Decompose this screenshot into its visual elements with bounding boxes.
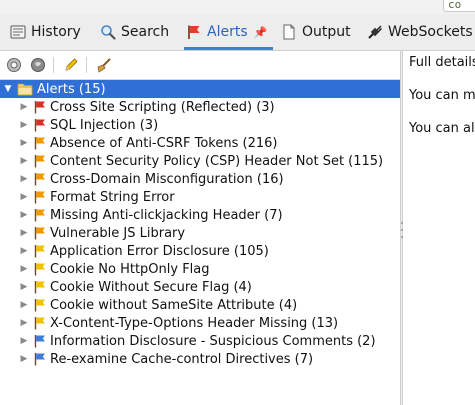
top-input-field[interactable]: co bbox=[443, 0, 475, 12]
alert-item-label: Format String Error bbox=[50, 189, 175, 205]
risk-flag-icon bbox=[33, 226, 47, 240]
document-icon bbox=[281, 24, 297, 40]
risk-flag-icon bbox=[33, 154, 47, 168]
alert-item-label: Cookie without SameSite Attribute (4) bbox=[50, 297, 298, 313]
websocket-plug-icon bbox=[367, 24, 383, 40]
alerts-toolbar bbox=[0, 51, 400, 80]
risk-flag-icon bbox=[33, 316, 47, 330]
alert-item-label: X-Content-Type-Options Header Missing (1… bbox=[50, 315, 339, 331]
expand-chevron-icon[interactable]: ▶ bbox=[18, 246, 30, 256]
alert-item-label: Content Security Policy (CSP) Header Not… bbox=[50, 153, 384, 169]
tab-websockets[interactable]: WebSockets bbox=[367, 14, 473, 50]
expand-chevron-icon[interactable]: ▶ bbox=[18, 210, 30, 220]
expand-chevron-icon[interactable]: ▶ bbox=[18, 138, 30, 148]
top-strip bbox=[0, 0, 475, 14]
alert-item[interactable]: ▶ Vulnerable JS Library bbox=[18, 224, 186, 242]
tab-output[interactable]: Output bbox=[281, 14, 351, 50]
tab-alerts[interactable]: Alerts 📌 bbox=[183, 14, 274, 50]
expand-chevron-icon[interactable]: ▶ bbox=[18, 120, 30, 130]
alert-item[interactable]: ▶ Cross-Domain Misconfiguration (16) bbox=[18, 170, 284, 188]
details-line: Full details bbox=[409, 55, 475, 70]
alert-item-label: Absence of Anti-CSRF Tokens (216) bbox=[50, 135, 278, 151]
expand-chevron-icon[interactable]: ▼ bbox=[2, 84, 14, 94]
details-panel: Full details You can ma You can als bbox=[403, 51, 475, 405]
expand-chevron-icon[interactable]: ▶ bbox=[18, 354, 30, 364]
toolbar-separator bbox=[53, 57, 54, 73]
folder-icon bbox=[17, 82, 33, 96]
pencil-edit-icon[interactable] bbox=[62, 56, 80, 74]
expand-chevron-icon[interactable]: ▶ bbox=[18, 318, 30, 328]
tab-history-label: History bbox=[31, 24, 81, 40]
tab-search[interactable]: Search bbox=[100, 14, 169, 50]
risk-flag-icon bbox=[33, 334, 47, 348]
risk-flag-icon bbox=[33, 190, 47, 204]
risk-flag-icon bbox=[33, 208, 47, 222]
alert-item[interactable]: ▶ Content Security Policy (CSP) Header No… bbox=[18, 152, 384, 170]
alert-item-label: Cross-Domain Misconfiguration (16) bbox=[50, 171, 284, 187]
tab-websockets-label: WebSockets bbox=[388, 24, 473, 40]
risk-flag-icon bbox=[33, 244, 47, 258]
broom-clear-icon[interactable] bbox=[95, 56, 113, 74]
alert-item[interactable]: ▶ Cookie Without Secure Flag (4) bbox=[18, 278, 252, 296]
alert-item-label: SQL Injection (3) bbox=[50, 117, 159, 133]
toolbar-separator bbox=[86, 57, 87, 73]
alert-item[interactable]: ▶ Absence of Anti-CSRF Tokens (216) bbox=[18, 134, 278, 152]
expand-chevron-icon[interactable]: ▶ bbox=[18, 156, 30, 166]
risk-flag-icon bbox=[33, 262, 47, 276]
risk-flag-icon bbox=[33, 100, 47, 114]
alert-item-label: Cookie No HttpOnly Flag bbox=[50, 261, 210, 277]
alert-flag-icon bbox=[186, 24, 202, 40]
alert-item[interactable]: ▶ Format String Error bbox=[18, 188, 175, 206]
tab-bar: History Search Alerts 📌 Output WebSocket… bbox=[0, 14, 475, 51]
alert-item-label: Information Disclosure - Suspicious Comm… bbox=[50, 333, 376, 349]
alert-item[interactable]: ▶ Application Error Disclosure (105) bbox=[18, 242, 269, 260]
risk-flag-icon bbox=[33, 172, 47, 186]
risk-flag-icon bbox=[33, 352, 47, 366]
settings-target-icon[interactable] bbox=[5, 56, 23, 74]
tab-alerts-label: Alerts bbox=[207, 24, 248, 40]
alert-item-label: Vulnerable JS Library bbox=[50, 225, 186, 241]
expand-chevron-icon[interactable]: ▶ bbox=[18, 300, 30, 310]
alert-item[interactable]: ▶ X-Content-Type-Options Header Missing (… bbox=[18, 314, 339, 332]
alert-item-label: Re-examine Cache-control Directives (7) bbox=[50, 351, 314, 367]
alert-item-label: Missing Anti-clickjacking Header (7) bbox=[50, 207, 283, 223]
history-icon bbox=[10, 24, 26, 40]
alerts-panel: ▼ Alerts (15) ▶ Cross Site Scripting (Ref… bbox=[0, 51, 400, 405]
alert-item[interactable]: ▶ Cross Site Scripting (Reflected) (3) bbox=[18, 98, 275, 116]
risk-flag-icon bbox=[33, 118, 47, 132]
tab-history[interactable]: History bbox=[10, 14, 81, 50]
details-line: You can ma bbox=[409, 88, 475, 103]
expand-chevron-icon[interactable]: ▶ bbox=[18, 228, 30, 238]
alerts-root-node[interactable]: ▼ Alerts (15) bbox=[0, 80, 400, 98]
expand-chevron-icon[interactable]: ▶ bbox=[18, 264, 30, 274]
expand-chevron-icon[interactable]: ▶ bbox=[18, 174, 30, 184]
alert-item[interactable]: ▶ Re-examine Cache-control Directives (7) bbox=[18, 350, 314, 368]
alerts-root-label: Alerts (15) bbox=[37, 81, 106, 97]
expand-chevron-icon[interactable]: ▶ bbox=[18, 282, 30, 292]
risk-flag-icon bbox=[33, 298, 47, 312]
alert-item[interactable]: ▶ Cookie No HttpOnly Flag bbox=[18, 260, 210, 278]
expand-chevron-icon[interactable]: ▶ bbox=[18, 102, 30, 112]
alert-item[interactable]: ▶ Missing Anti-clickjacking Header (7) bbox=[18, 206, 283, 224]
risk-flag-icon bbox=[33, 280, 47, 294]
alert-item-label: Cookie Without Secure Flag (4) bbox=[50, 279, 252, 295]
search-icon bbox=[100, 24, 116, 40]
alert-item[interactable]: ▶ Cookie without SameSite Attribute (4) bbox=[18, 296, 298, 314]
pin-icon[interactable]: 📌 bbox=[254, 26, 268, 39]
tab-output-label: Output bbox=[302, 24, 351, 40]
alert-item-label: Cross Site Scripting (Reflected) (3) bbox=[50, 99, 275, 115]
tab-search-label: Search bbox=[121, 24, 170, 40]
globe-filter-icon[interactable] bbox=[29, 56, 47, 74]
risk-flag-icon bbox=[33, 136, 47, 150]
details-line: You can als bbox=[409, 121, 475, 136]
expand-chevron-icon[interactable]: ▶ bbox=[18, 192, 30, 202]
alert-item[interactable]: ▶ SQL Injection (3) bbox=[18, 116, 159, 134]
expand-chevron-icon[interactable]: ▶ bbox=[18, 336, 30, 346]
alert-item[interactable]: ▶ Information Disclosure - Suspicious Com… bbox=[18, 332, 376, 350]
alert-item-label: Application Error Disclosure (105) bbox=[50, 243, 269, 259]
